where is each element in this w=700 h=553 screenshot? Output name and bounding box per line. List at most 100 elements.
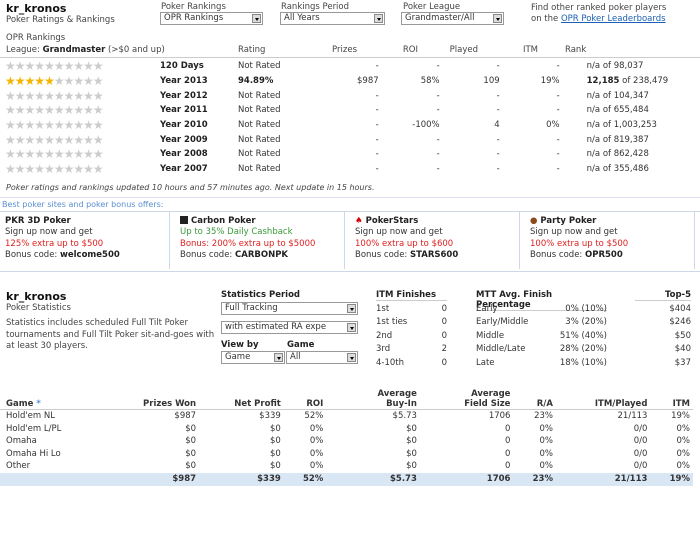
select-value: Full Tracking: [225, 303, 278, 313]
find-prefix: on the: [531, 14, 559, 24]
col-label: R/A: [536, 399, 553, 409]
ranking-row: ★★★★★★★★★★ Year 2007 Not Rated - - - - n…: [5, 162, 668, 177]
star-icon: ★: [24, 132, 36, 147]
star-icon: ★: [24, 118, 36, 133]
stat-row: $50: [633, 329, 693, 343]
stat-value: 28% (20%): [559, 344, 607, 355]
bonus-offer-text: 125% extra up to $500: [5, 238, 104, 249]
stat-label: 1st ties: [376, 317, 408, 328]
bonus-offer[interactable]: ● Party Poker Sign up now and get 100% ex…: [525, 212, 695, 269]
star-icon: ★: [5, 103, 16, 118]
ranking-row: ★★★★★★★★★★ Year 2013 94.89% $987 58% 109…: [5, 74, 668, 89]
cell: $339: [259, 411, 281, 422]
ranking-row: ★★★★★★★★★★ 120 Days Not Rated - - - - n/…: [5, 59, 668, 74]
stat-value: 3% (20%): [565, 317, 607, 328]
statistics-period-select[interactable]: Full Tracking: [221, 302, 358, 315]
rank-total: of 655,484: [602, 105, 649, 116]
cell: $0: [185, 436, 197, 447]
star-icon: ★: [83, 59, 94, 74]
stats-player-name: kr_kronos: [6, 290, 67, 303]
cell: $0: [269, 423, 281, 434]
cell: 0%: [676, 423, 691, 434]
star-icon: ★: [53, 103, 65, 118]
star-icon: ★: [63, 103, 75, 118]
col-header[interactable]: Game *: [0, 383, 104, 410]
rank: n/a: [586, 134, 601, 145]
rankings-period-select[interactable]: All Years: [280, 12, 385, 25]
roi: -100%: [412, 120, 440, 131]
roi: -: [436, 149, 440, 160]
rating: Not Rated: [238, 134, 281, 145]
stat-row: 3rd 2: [374, 343, 449, 357]
cell: 0%: [539, 423, 553, 434]
stat-row: $246: [633, 316, 693, 330]
rating: Not Rated: [238, 149, 281, 160]
total-cell: 23%: [513, 472, 556, 486]
ra-select[interactable]: with estimated RA expe: [221, 321, 358, 334]
chevron-down-icon: [374, 14, 383, 23]
star-icon: ★: [24, 74, 36, 89]
rank: n/a: [586, 120, 601, 131]
star-icon: ★: [92, 147, 104, 162]
rating: Not Rated: [238, 105, 281, 116]
rating: 94.89%: [238, 76, 274, 87]
site-name: PokerStars: [365, 216, 419, 226]
star-icon: ★: [63, 118, 75, 133]
offer-line: Sign up now and get: [530, 227, 618, 238]
cell: 0: [505, 461, 511, 472]
star-icon: ★: [44, 103, 55, 118]
select-value: Game: [225, 352, 251, 362]
code-label: Bonus code:: [530, 249, 583, 260]
poker-league-select[interactable]: Grandmaster/All: [401, 12, 504, 25]
bonus-offer[interactable]: PKR 3D Poker Sign up now and get 125% ex…: [0, 212, 170, 269]
period: Year 2008: [160, 149, 208, 160]
site-name: PKR 3D Poker: [5, 216, 71, 226]
star-icon: ★: [83, 88, 94, 103]
bonus-offer[interactable]: ♠ PokerStars Sign up now and get 100% ext…: [350, 212, 520, 269]
cell: $5.73: [392, 411, 417, 422]
total-row: $987 $339 52% $5.73 1706 23% 21/113 19%: [0, 472, 693, 486]
itm-finishes-title: ITM Finishes: [376, 290, 447, 301]
stat-value: 51% (40%): [559, 330, 607, 341]
total-cell: $339: [199, 472, 284, 486]
cell: Omaha: [6, 436, 37, 447]
rank-total: of 98,037: [602, 61, 644, 72]
played: -: [496, 105, 500, 116]
bonus-offer[interactable]: Carbon Poker Up to 35% Daily Cashback Bo…: [175, 212, 345, 269]
cell: 0: [505, 436, 511, 447]
itm: 0%: [546, 120, 560, 131]
star-icon: ★: [34, 59, 45, 74]
poker-rankings-select[interactable]: OPR Rankings: [160, 12, 263, 25]
cell: $0: [406, 436, 417, 447]
prizes: -: [375, 149, 379, 160]
player-name: kr_kronos: [6, 2, 67, 15]
itm: -: [556, 164, 560, 175]
view-by-select[interactable]: Game: [221, 351, 285, 364]
rank-total: of 355,486: [602, 164, 649, 175]
col-label: Average Buy-In: [377, 389, 417, 409]
page-subtitle: Poker Ratings & Rankings: [6, 15, 115, 25]
prizes: -: [375, 164, 379, 175]
star-icon: ★: [5, 88, 16, 103]
top5-value: $37: [674, 357, 691, 368]
col-header: Net Profit: [199, 383, 284, 410]
rank: n/a: [586, 149, 601, 160]
stat-row: $404: [633, 302, 693, 316]
rating: Not Rated: [238, 90, 281, 101]
star-icon: ★: [14, 162, 26, 177]
total-cell: 19%: [650, 472, 693, 486]
rank: n/a: [586, 164, 601, 175]
sort-asterisk-icon[interactable]: *: [36, 399, 40, 409]
table-header: Game * Prizes Won Net Profit ROI Average Buy…: [0, 383, 693, 410]
rating: Not Rated: [238, 120, 281, 131]
game-select[interactable]: All: [286, 351, 358, 364]
star-icon: ★: [24, 103, 36, 118]
cell: 0%: [539, 436, 553, 447]
cell: 0/0: [633, 461, 648, 472]
star-icon: ★: [5, 118, 16, 133]
stat-value: 0: [441, 317, 447, 328]
period: Year 2013: [160, 76, 208, 87]
col-roi: ROI: [402, 45, 418, 55]
leaderboards-link[interactable]: OPR Poker Leaderboards: [561, 14, 666, 24]
star-icon: ★: [53, 162, 65, 177]
